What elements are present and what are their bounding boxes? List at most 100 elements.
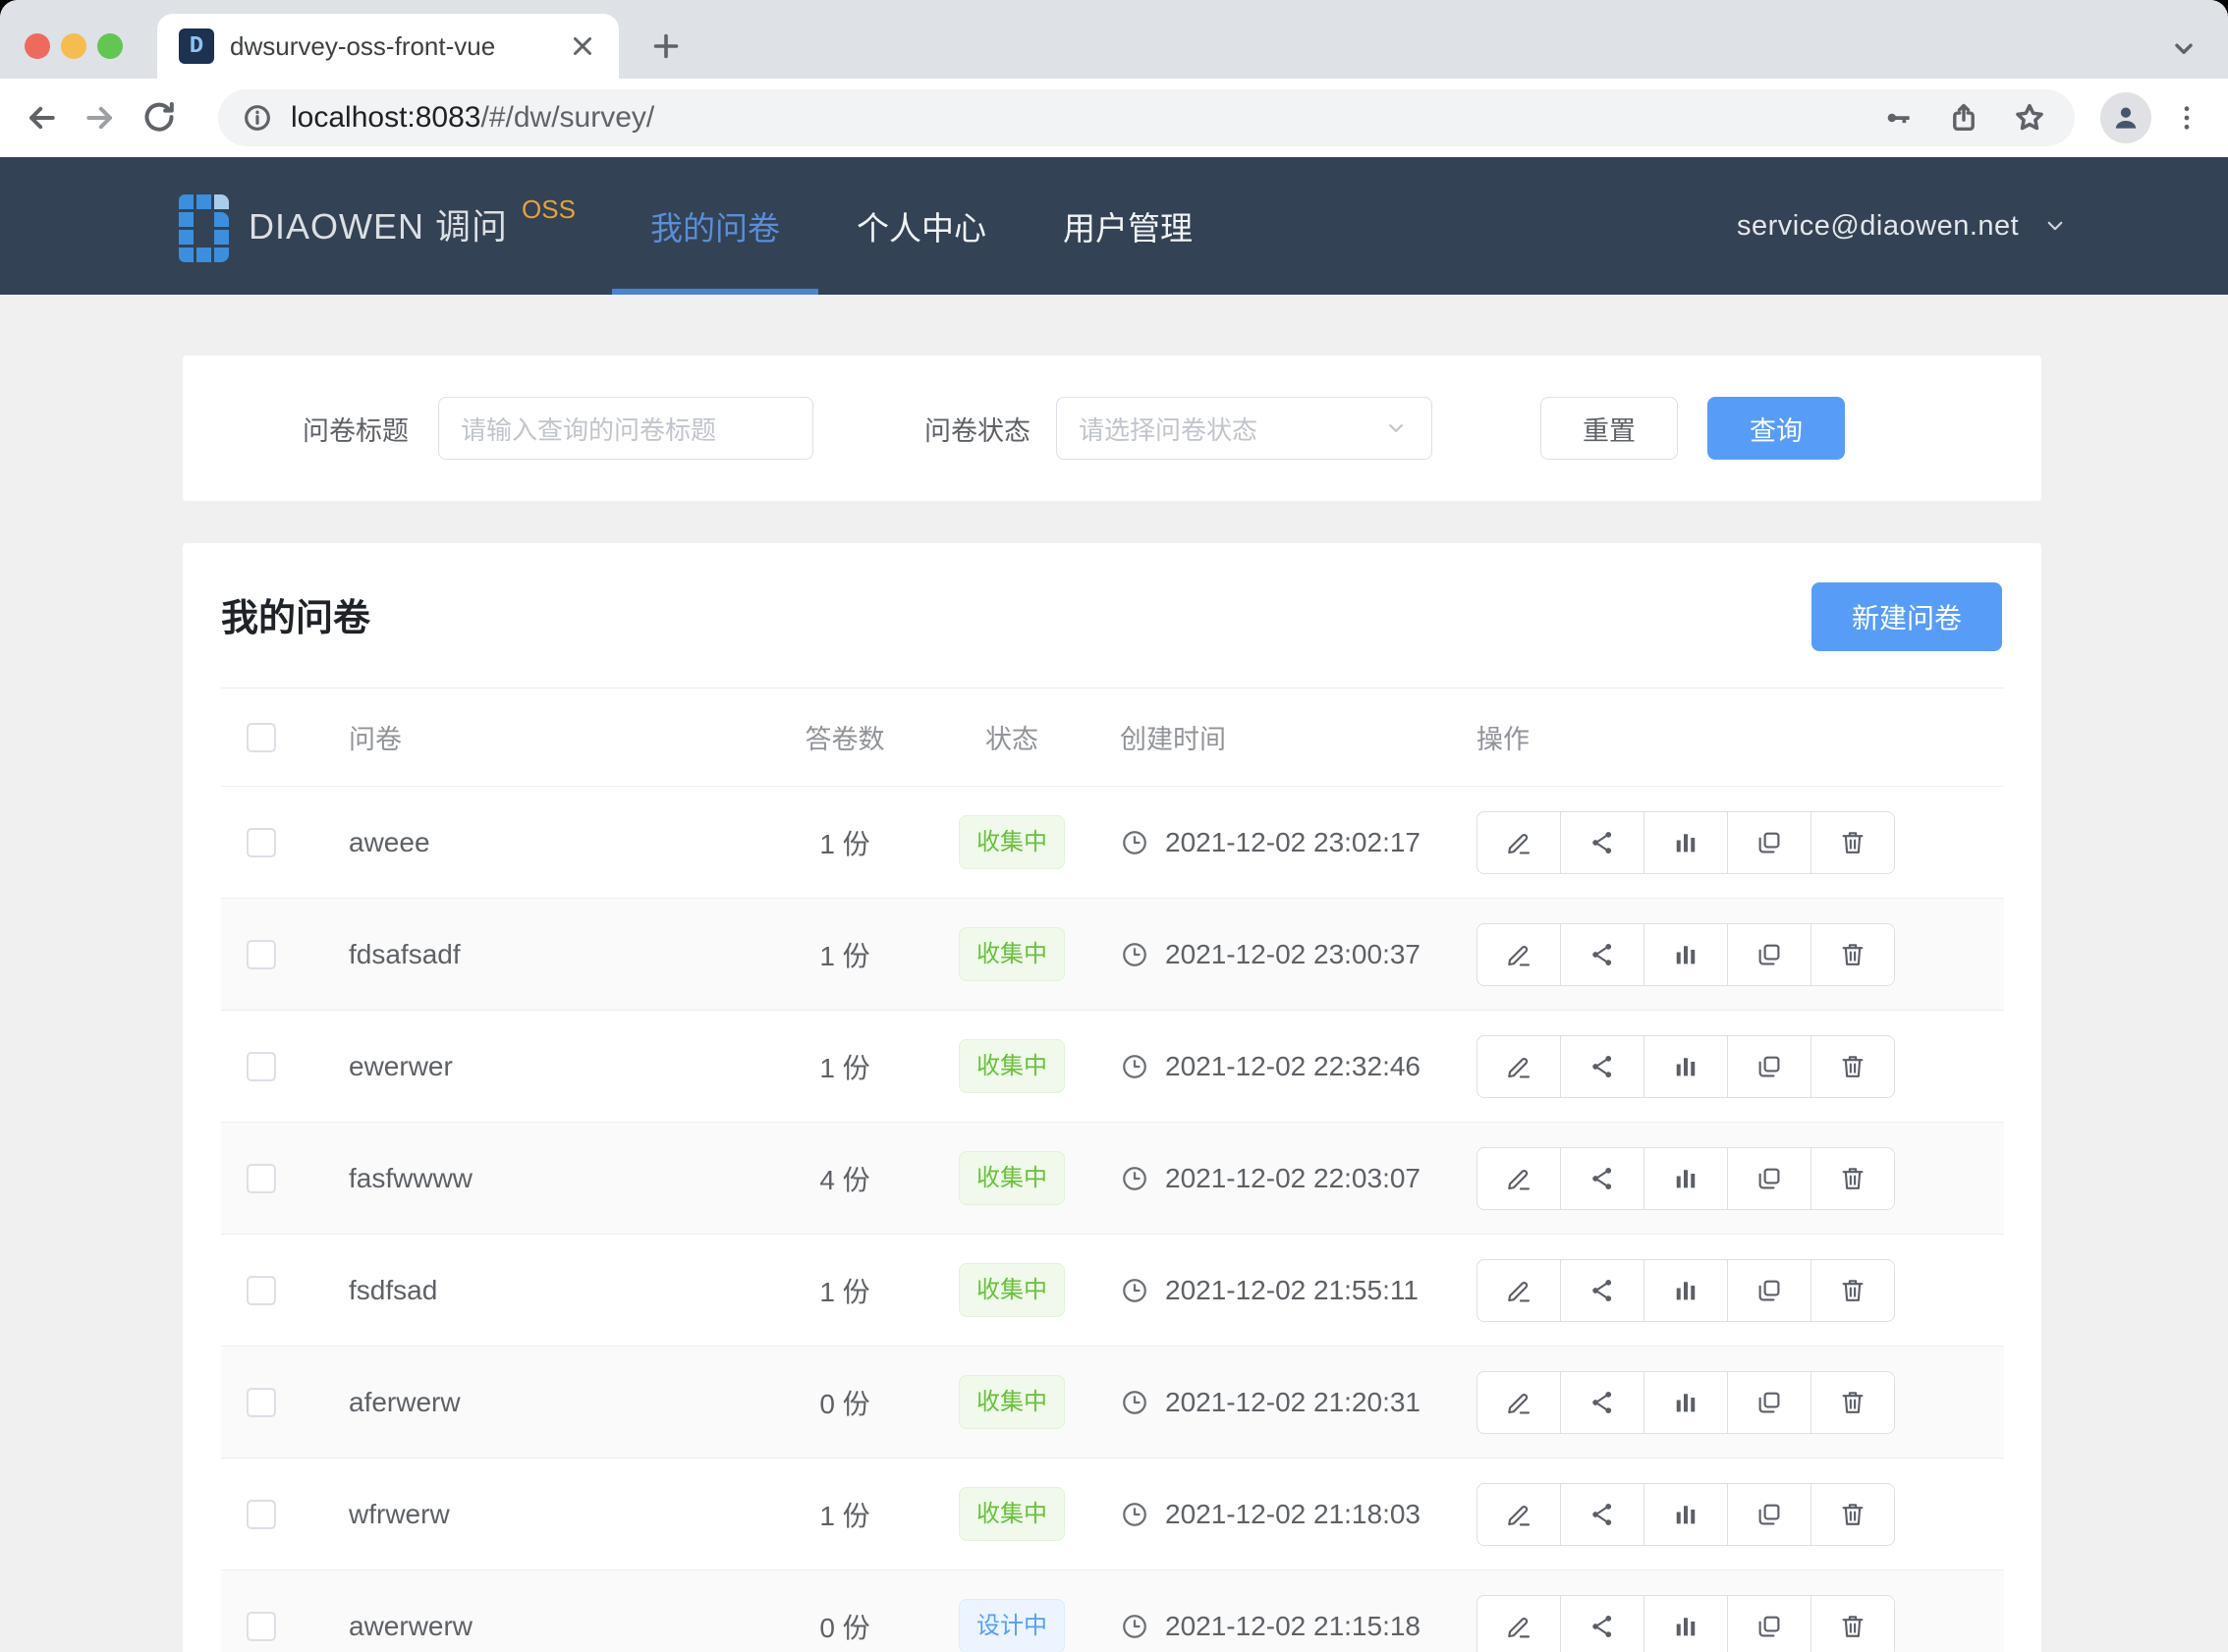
row-actions (1476, 1259, 1895, 1322)
stats-button[interactable] (1643, 1483, 1728, 1546)
user-email: service@diaowen.net (1737, 210, 2019, 243)
delete-button[interactable] (1810, 923, 1895, 986)
nav-menu: 我的问卷 个人中心 用户管理 (612, 157, 1231, 295)
copy-button[interactable] (1727, 1483, 1811, 1546)
close-tab-icon[interactable] (568, 31, 597, 61)
share-button[interactable] (1560, 1595, 1644, 1652)
table-row: fdsafsadf 1 份 收集中 2021-12-02 23:00:37 (221, 899, 2004, 1011)
row-checkbox[interactable] (247, 1500, 276, 1529)
created-time: 2021-12-02 21:55:11 (1165, 1275, 1419, 1306)
nav-item-my-surveys[interactable]: 我的问卷 (612, 157, 818, 295)
row-checkbox[interactable] (247, 940, 276, 969)
address-bar[interactable]: localhost:8083/#/dw/survey/ (218, 89, 2075, 146)
survey-status-select[interactable]: 请选择问卷状态 (1056, 397, 1432, 460)
copy-button[interactable] (1727, 1595, 1811, 1652)
delete-button[interactable] (1810, 811, 1895, 874)
stats-button[interactable] (1643, 1371, 1728, 1434)
select-all-checkbox[interactable] (247, 723, 276, 752)
survey-title-placeholder: 请输入查询的问卷标题 (461, 411, 716, 447)
nav-item-user-management[interactable]: 用户管理 (1025, 157, 1231, 295)
stats-button[interactable] (1643, 923, 1728, 986)
tab-list-chevron-icon[interactable] (2167, 31, 2200, 65)
stats-button[interactable] (1643, 1147, 1728, 1210)
row-checkbox[interactable] (247, 1388, 276, 1417)
status-badge: 收集中 (959, 1151, 1065, 1205)
survey-table: 问卷 答卷数 状态 创建时间 操作 aweee 1 份 收集中 2021-12-… (221, 688, 2004, 1652)
minimize-window-button[interactable] (61, 33, 86, 59)
delete-button[interactable] (1810, 1371, 1895, 1434)
edit-button[interactable] (1476, 923, 1561, 986)
close-window-button[interactable] (25, 33, 50, 59)
edit-button[interactable] (1476, 811, 1561, 874)
table-row: fsdfsad 1 份 收集中 2021-12-02 21:55:11 (221, 1235, 2004, 1347)
nav-item-personal-center[interactable]: 个人中心 (818, 157, 1025, 295)
stats-button[interactable] (1643, 1595, 1728, 1652)
table-row: ewerwer 1 份 收集中 2021-12-02 22:32:46 (221, 1011, 2004, 1123)
copy-button[interactable] (1727, 1147, 1811, 1210)
reload-icon[interactable] (139, 98, 179, 138)
edit-button[interactable] (1476, 1147, 1561, 1210)
page-title: 我的问卷 (221, 587, 370, 641)
survey-title-label: 问卷标题 (303, 410, 409, 448)
row-checkbox[interactable] (247, 1612, 276, 1641)
table-body: aweee 1 份 收集中 2021-12-02 23:02:17 (221, 787, 2004, 1652)
share-page-icon[interactable] (1947, 101, 1980, 135)
edit-pencil-icon (1504, 1612, 1533, 1641)
browser-tab[interactable]: D dwsurvey-oss-front-vue (157, 14, 619, 79)
diaowen-logo-icon (179, 194, 229, 262)
share-icon (1587, 1276, 1617, 1305)
trash-icon (1838, 1500, 1867, 1529)
new-tab-icon[interactable] (648, 28, 684, 64)
bookmark-star-icon[interactable] (2012, 100, 2047, 136)
clock-icon (1120, 1612, 1149, 1641)
browser-menu-icon[interactable] (2171, 102, 2202, 134)
edit-button[interactable] (1476, 1035, 1561, 1098)
share-button[interactable] (1560, 1259, 1644, 1322)
share-button[interactable] (1560, 1035, 1644, 1098)
traffic-lights (25, 33, 123, 59)
edit-button[interactable] (1476, 1371, 1561, 1434)
copy-button[interactable] (1727, 923, 1811, 986)
delete-button[interactable] (1810, 1035, 1895, 1098)
share-button[interactable] (1560, 811, 1644, 874)
bar-chart-icon (1671, 1612, 1700, 1641)
search-button[interactable]: 查询 (1707, 397, 1845, 460)
edit-button[interactable] (1476, 1259, 1561, 1322)
delete-button[interactable] (1810, 1483, 1895, 1546)
row-checkbox[interactable] (247, 828, 276, 857)
profile-avatar[interactable] (2100, 92, 2151, 143)
copy-button[interactable] (1727, 1371, 1811, 1434)
edit-button[interactable] (1476, 1595, 1561, 1652)
site-info-icon[interactable] (242, 102, 273, 134)
row-checkbox[interactable] (247, 1164, 276, 1193)
delete-button[interactable] (1810, 1595, 1895, 1652)
bar-chart-icon (1671, 1052, 1700, 1081)
delete-button[interactable] (1810, 1259, 1895, 1322)
new-survey-button[interactable]: 新建问卷 (1811, 582, 2002, 651)
forward-icon[interactable] (81, 98, 120, 138)
url-path: /#/dw/survey/ (480, 101, 654, 134)
row-checkbox[interactable] (247, 1052, 276, 1081)
stats-button[interactable] (1643, 1259, 1728, 1322)
user-dropdown[interactable]: service@diaowen.net (1737, 157, 2070, 295)
copy-button[interactable] (1727, 1259, 1811, 1322)
share-button[interactable] (1560, 1483, 1644, 1546)
share-button[interactable] (1560, 1371, 1644, 1434)
filter-panel: 问卷标题 请输入查询的问卷标题 问卷状态 请选择问卷状态 重置 查询 (183, 356, 2041, 501)
share-button[interactable] (1560, 1147, 1644, 1210)
survey-title-input[interactable]: 请输入查询的问卷标题 (438, 397, 813, 460)
copy-button[interactable] (1727, 1035, 1811, 1098)
answer-count: 1 份 (819, 1271, 869, 1310)
edit-pencil-icon (1504, 940, 1533, 969)
row-checkbox[interactable] (247, 1276, 276, 1305)
edit-button[interactable] (1476, 1483, 1561, 1546)
reset-button[interactable]: 重置 (1540, 397, 1678, 460)
password-key-icon[interactable] (1882, 101, 1916, 135)
delete-button[interactable] (1810, 1147, 1895, 1210)
copy-button[interactable] (1727, 811, 1811, 874)
zoom-window-button[interactable] (97, 33, 123, 59)
stats-button[interactable] (1643, 811, 1728, 874)
back-icon[interactable] (22, 98, 61, 138)
share-button[interactable] (1560, 923, 1644, 986)
stats-button[interactable] (1643, 1035, 1728, 1098)
